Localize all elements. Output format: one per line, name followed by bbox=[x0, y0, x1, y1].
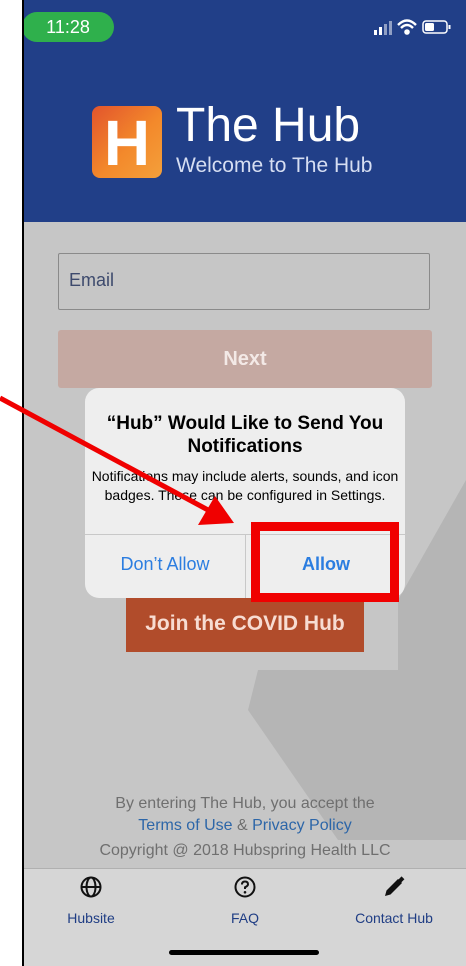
email-field[interactable]: Email bbox=[58, 253, 430, 310]
phone-screen: 11:28 H The Hub Welcome to The Hub Email… bbox=[24, 0, 466, 966]
app-subtitle: Welcome to The Hub bbox=[176, 154, 373, 177]
tab-hubsite[interactable]: Hubsite bbox=[31, 875, 151, 926]
status-icons bbox=[374, 19, 451, 35]
pencil-icon bbox=[385, 876, 405, 896]
alert-message: Notifications may include alerts, sounds… bbox=[91, 468, 399, 503]
alert-title: “Hub” Would Like to Send You Notificatio… bbox=[106, 413, 384, 457]
status-time: 11:28 bbox=[24, 12, 114, 42]
app-header: 11:28 H The Hub Welcome to The Hub bbox=[24, 0, 466, 222]
copyright-text: Copyright @ 2018 Hubspring Health LLC bbox=[99, 842, 391, 859]
tab-label-faq: FAQ bbox=[230, 910, 259, 926]
tab-label-hubsite: Hubsite bbox=[67, 910, 115, 926]
tab-label-contact-hub: Contact Hub bbox=[355, 910, 433, 926]
next-button[interactable]: Next bbox=[58, 330, 432, 388]
battery-icon bbox=[422, 20, 451, 34]
dont-allow-button[interactable]: Don’t Allow bbox=[85, 535, 245, 598]
tab-faq[interactable]: FAQ bbox=[185, 875, 305, 926]
hub-logo: H bbox=[92, 106, 162, 179]
device-bezel-edge bbox=[22, 0, 24, 966]
join-covid-hub-button[interactable]: Join the COVID Hub bbox=[126, 596, 364, 652]
logo-letter: H bbox=[103, 107, 151, 179]
privacy-policy-link[interactable]: Privacy Policy bbox=[252, 817, 352, 834]
home-indicator[interactable] bbox=[169, 950, 319, 955]
allow-highlight-box bbox=[251, 522, 399, 602]
app-title: The Hub bbox=[176, 99, 361, 152]
signal-icon bbox=[374, 21, 392, 35]
tab-contact-hub[interactable]: Contact Hub bbox=[334, 875, 454, 926]
question-circle-icon bbox=[234, 876, 256, 898]
email-placeholder: Email bbox=[69, 270, 115, 290]
accept-text: By entering The Hub, you accept the bbox=[115, 795, 375, 812]
ampersand: & bbox=[237, 817, 248, 834]
wifi-icon bbox=[397, 19, 417, 35]
terms-of-use-link[interactable]: Terms of Use bbox=[138, 817, 232, 834]
globe-icon bbox=[80, 876, 102, 898]
legal-links: Terms of Use & Privacy Policy bbox=[24, 817, 466, 835]
